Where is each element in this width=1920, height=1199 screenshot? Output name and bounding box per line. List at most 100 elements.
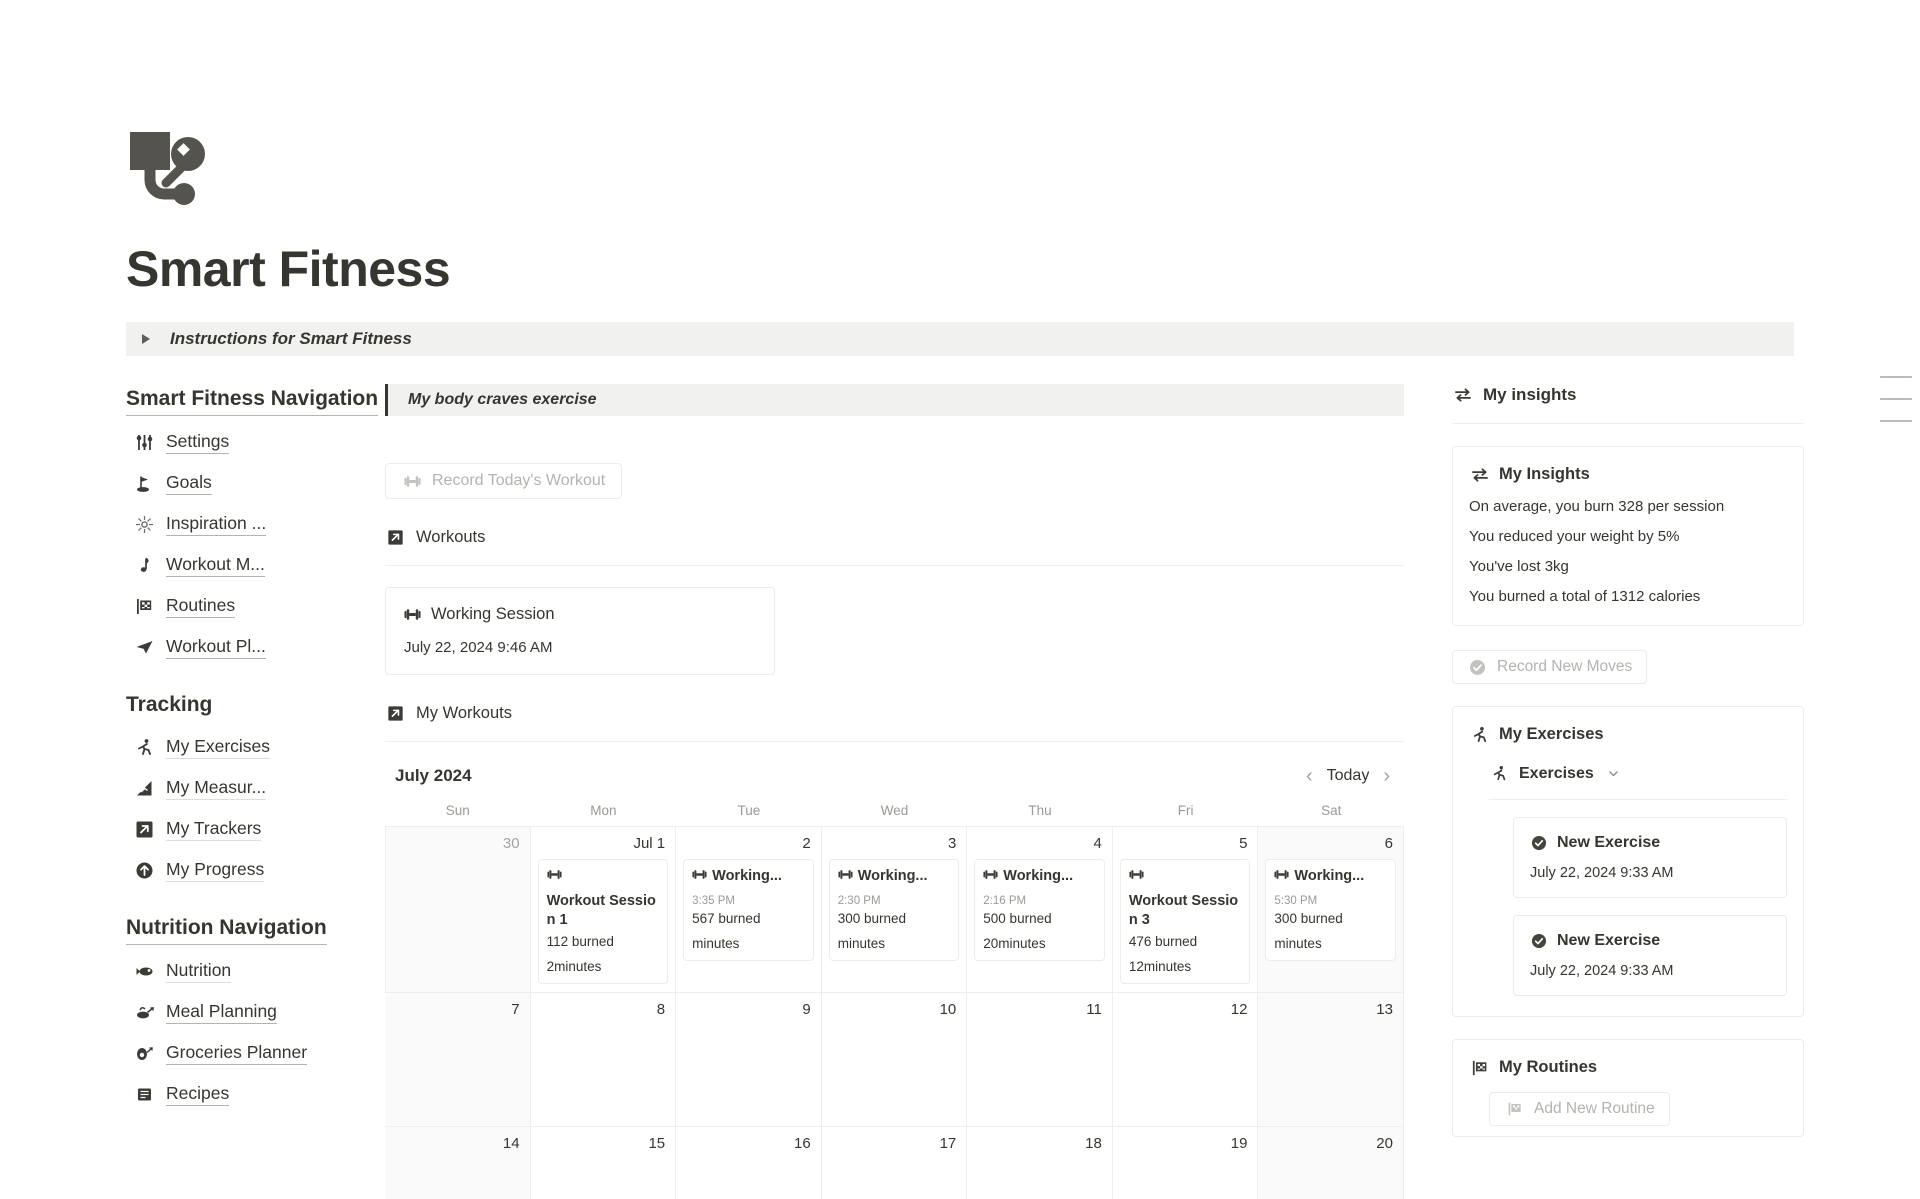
calendar-event-card[interactable]: Workout Session 3476 burned12minutes — [1120, 859, 1251, 984]
add-new-routine-label: Add New Routine — [1534, 1100, 1655, 1118]
record-new-moves-button[interactable]: Record New Moves — [1452, 650, 1647, 684]
calendar-day-cell[interactable]: 6Working...5:30 PM300 burnedminutes — [1258, 827, 1404, 993]
calendar-event-card[interactable]: Workout Session 1112 burned2minutes — [538, 859, 669, 984]
calendar-day-cell[interactable]: 3Working...2:30 PM300 burnedminutes — [822, 827, 968, 993]
exercise-item-title: New Exercise — [1557, 932, 1660, 950]
calendar-toolbar: July 2024 ‹ Today › — [385, 766, 1404, 786]
calendar-day-cell[interactable]: 4Working...2:16 PM500 burned20minutes — [967, 827, 1113, 993]
sidebar-item-label: Workout Pl... — [166, 636, 266, 659]
calendar-day-cell[interactable]: 19 — [1113, 1127, 1259, 1199]
calendar-day-cell[interactable]: 12 — [1113, 993, 1259, 1127]
calendar-day-cell[interactable]: 10 — [822, 993, 968, 1127]
calendar-day-cell[interactable]: 30 — [385, 827, 531, 993]
sidebar-heading-text: Nutrition Navigation — [126, 913, 327, 945]
dumbbell-icon — [983, 867, 998, 887]
sidebar-item-inspiration[interactable]: Inspiration ... — [126, 504, 379, 545]
instructions-toggle[interactable]: Instructions for Smart Fitness — [126, 322, 1794, 356]
sidebar-item-label: My Trackers — [166, 818, 261, 841]
calendar-day-cell[interactable]: 7 — [385, 993, 531, 1127]
sidebar-item-label: Routines — [166, 595, 235, 618]
calendar-event-card[interactable]: Working...2:30 PM300 burnedminutes — [829, 859, 960, 961]
sidebar-item-nutrition[interactable]: Nutrition — [126, 951, 379, 992]
calendar-day-number: 8 — [538, 999, 669, 1018]
arrow-up-right-box-icon — [385, 527, 406, 548]
instructions-label: Instructions for Smart Fitness — [170, 329, 412, 349]
chevron-down-icon[interactable] — [1603, 763, 1624, 784]
sidebar-item-settings[interactable]: Settings — [126, 422, 379, 463]
divider — [1452, 423, 1804, 424]
sidebar-item-routines[interactable]: Routines — [126, 586, 379, 627]
dumbbell-icon — [838, 867, 853, 887]
main-content: My body craves exercise Record Today's W… — [379, 384, 1404, 1199]
sidebar-item-my-measurements[interactable]: My Measur... — [126, 768, 379, 809]
calendar-day-cell[interactable]: 18 — [967, 1127, 1113, 1199]
add-new-routine-button[interactable]: Add New Routine — [1489, 1092, 1670, 1126]
record-new-moves-label: Record New Moves — [1497, 658, 1632, 676]
calendar-day-name: Thu — [967, 803, 1113, 826]
sidebar: Smart Fitness Navigation Settings Goals … — [126, 384, 379, 1199]
calendar-day-number: 20 — [1265, 1133, 1396, 1152]
calendar-event-duration: 20minutes — [983, 936, 1096, 951]
calendar-day-number: 30 — [393, 833, 523, 852]
calendar-event-calories: 500 burned — [983, 911, 1096, 926]
running-person-icon — [1469, 724, 1490, 745]
chevron-left-icon[interactable]: ‹ — [1306, 766, 1313, 786]
record-todays-workout-button[interactable]: Record Today's Workout — [385, 463, 622, 499]
calendar-event-calories: 112 burned — [547, 934, 660, 949]
sidebar-item-workout-music[interactable]: Workout M... — [126, 545, 379, 586]
sidebar-item-groceries-planner[interactable]: Groceries Planner — [126, 1033, 379, 1074]
my-workouts-heading-label: My Workouts — [416, 704, 512, 723]
calendar-today-button[interactable]: Today — [1327, 767, 1370, 785]
calendar-day-cell[interactable]: 17 — [822, 1127, 968, 1199]
calendar-event-card[interactable]: Working...5:30 PM300 burnedminutes — [1265, 859, 1396, 961]
calendar-day-cell[interactable]: 9 — [676, 993, 822, 1127]
calendar-day-number: 4 — [974, 833, 1105, 852]
calendar-event-card[interactable]: Working...3:35 PM567 burnedminutes — [683, 859, 814, 961]
sidebar-item-label: Workout M... — [166, 554, 265, 577]
exercise-item-title: New Exercise — [1557, 834, 1660, 852]
calendar-day-cell[interactable]: 13 — [1258, 993, 1404, 1127]
sidebar-item-label: Recipes — [166, 1083, 229, 1106]
recipe-book-icon — [134, 1084, 155, 1105]
dumbbell-icon — [1274, 867, 1289, 887]
checkered-flag-icon — [1469, 1057, 1490, 1078]
calendar-day-number: 19 — [1120, 1133, 1251, 1152]
sidebar-item-meal-planning[interactable]: Meal Planning — [126, 992, 379, 1033]
sidebar-item-label: My Exercises — [166, 736, 270, 759]
my-exercises-card: My Exercises Exercises — [1452, 706, 1804, 1017]
calendar-day-cell[interactable]: 2Working...3:35 PM567 burnedminutes — [676, 827, 822, 993]
calendar-day-cell[interactable]: 14 — [385, 1127, 531, 1199]
calendar-day-cell[interactable]: 16 — [676, 1127, 822, 1199]
calendar-day-names: SunMonTueWedThuFriSat — [385, 803, 1404, 826]
sidebar-item-workout-plan[interactable]: Workout Pl... — [126, 627, 379, 668]
chevron-right-icon[interactable]: › — [1383, 766, 1390, 786]
swap-arrows-icon — [1452, 384, 1473, 405]
calendar-day-cell[interactable]: Jul 1 Workout Session 1112 burned2minutes — [531, 827, 677, 993]
my-insights-card[interactable]: My Insights On average, you burn 328 per… — [1452, 446, 1804, 626]
exercise-item-card[interactable]: New Exercise July 22, 2024 9:33 AM — [1513, 817, 1787, 898]
exercises-view-selector[interactable]: Exercises — [1469, 763, 1787, 784]
calendar-day-number: 14 — [392, 1133, 523, 1152]
calendar-day-cell[interactable]: 11 — [967, 993, 1113, 1127]
working-session-date: July 22, 2024 9:46 AM — [402, 639, 758, 656]
calendar-day-cell[interactable]: 15 — [531, 1127, 677, 1199]
sidebar-item-label: Settings — [166, 431, 229, 454]
calendar-day-number: Jul 1 — [538, 833, 669, 852]
calendar-event-title: Working... — [1003, 867, 1096, 886]
calendar-day-cell[interactable]: 5Workout Session 3476 burned12minutes — [1113, 827, 1259, 993]
calendar-day-cell[interactable]: 20 — [1258, 1127, 1404, 1199]
working-session-card[interactable]: Working Session July 22, 2024 9:46 AM — [385, 587, 775, 675]
sidebar-item-my-exercises[interactable]: My Exercises — [126, 727, 379, 768]
my-workouts-section-heading: My Workouts — [385, 703, 1404, 724]
checkered-flag-icon — [1504, 1099, 1525, 1120]
sidebar-item-my-progress[interactable]: My Progress — [126, 850, 379, 891]
calendar-event-card[interactable]: Working...2:16 PM500 burned20minutes — [974, 859, 1105, 961]
sidebar-item-goals[interactable]: Goals — [126, 463, 379, 504]
calendar-day-cell[interactable]: 8 — [531, 993, 677, 1127]
fish-icon — [134, 961, 155, 982]
triangle-right-icon[interactable] — [142, 334, 150, 344]
sidebar-spacer — [126, 668, 379, 690]
exercise-item-card[interactable]: New Exercise July 22, 2024 9:33 AM — [1513, 915, 1787, 996]
sidebar-item-my-trackers[interactable]: My Trackers — [126, 809, 379, 850]
sidebar-item-recipes[interactable]: Recipes — [126, 1074, 379, 1115]
